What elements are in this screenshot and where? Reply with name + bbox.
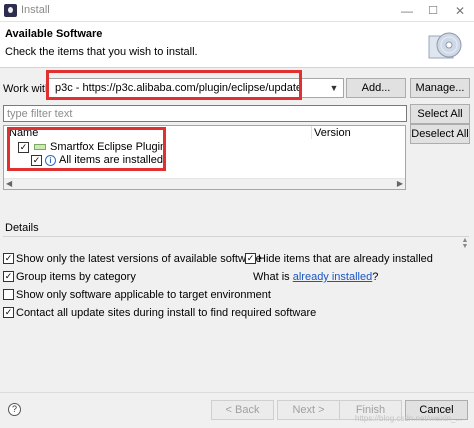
install-cd-icon (428, 32, 462, 59)
page-description: Check the items that you wish to install… (5, 46, 198, 58)
highlight-box-workwith (46, 70, 302, 100)
already-installed-suffix: ? (372, 271, 379, 283)
manage-button[interactable]: Manage... (410, 78, 470, 98)
target-env-checkbox[interactable] (3, 289, 14, 300)
add-button[interactable]: Add... (346, 78, 406, 98)
deselect-all-button[interactable]: Deselect All (410, 124, 470, 144)
latest-versions-checkbox[interactable]: ✓ (3, 253, 14, 264)
group-by-category-checkbox[interactable]: ✓ (3, 271, 14, 282)
hide-installed-checkbox[interactable]: ✓ (245, 253, 256, 264)
watermark-text: https://blog.csdn.net/weixin_... (355, 414, 463, 423)
details-scrollbar[interactable]: ▲ ▼ (461, 237, 469, 250)
column-header-version[interactable]: Version (314, 127, 351, 139)
minimize-button[interactable]: — (394, 0, 420, 22)
details-area (3, 236, 469, 250)
filter-input[interactable]: type filter text (3, 105, 407, 122)
eclipse-app-icon (4, 4, 17, 17)
already-installed-link[interactable]: already installed (293, 271, 373, 283)
scroll-left-icon[interactable]: ◀ (6, 179, 12, 188)
maximize-button[interactable]: ☐ (420, 0, 446, 22)
help-icon[interactable]: ? (8, 403, 21, 416)
close-button[interactable]: ✕ (447, 0, 473, 22)
bottom-separator (0, 392, 474, 393)
next-button[interactable]: Next > (277, 400, 340, 420)
filter-placeholder: type filter text (7, 108, 73, 120)
scroll-right-icon[interactable]: ▶ (397, 179, 403, 188)
window-title: Install (21, 4, 50, 16)
select-all-button[interactable]: Select All (410, 104, 470, 124)
contact-sites-checkbox[interactable]: ✓ (3, 307, 14, 318)
group-by-category-label[interactable]: Group items by category (16, 271, 136, 283)
target-env-label[interactable]: Show only software applicable to target … (16, 289, 271, 301)
page-title: Available Software (5, 28, 103, 40)
already-installed-prefix: What is (253, 271, 293, 283)
column-divider (311, 126, 312, 139)
latest-versions-label[interactable]: Show only the latest versions of availab… (16, 253, 262, 265)
contact-sites-label[interactable]: Contact all update sites during install … (16, 307, 316, 319)
already-installed-text: What is already installed? (253, 271, 378, 283)
highlight-box-plugin (7, 127, 166, 171)
chevron-down-icon[interactable]: ▼ (328, 82, 340, 94)
hide-installed-label[interactable]: Hide items that are already installed (258, 253, 433, 265)
details-label: Details (5, 222, 39, 234)
back-button[interactable]: < Back (211, 400, 274, 420)
horizontal-scrollbar[interactable]: ◀ ▶ (4, 178, 405, 189)
